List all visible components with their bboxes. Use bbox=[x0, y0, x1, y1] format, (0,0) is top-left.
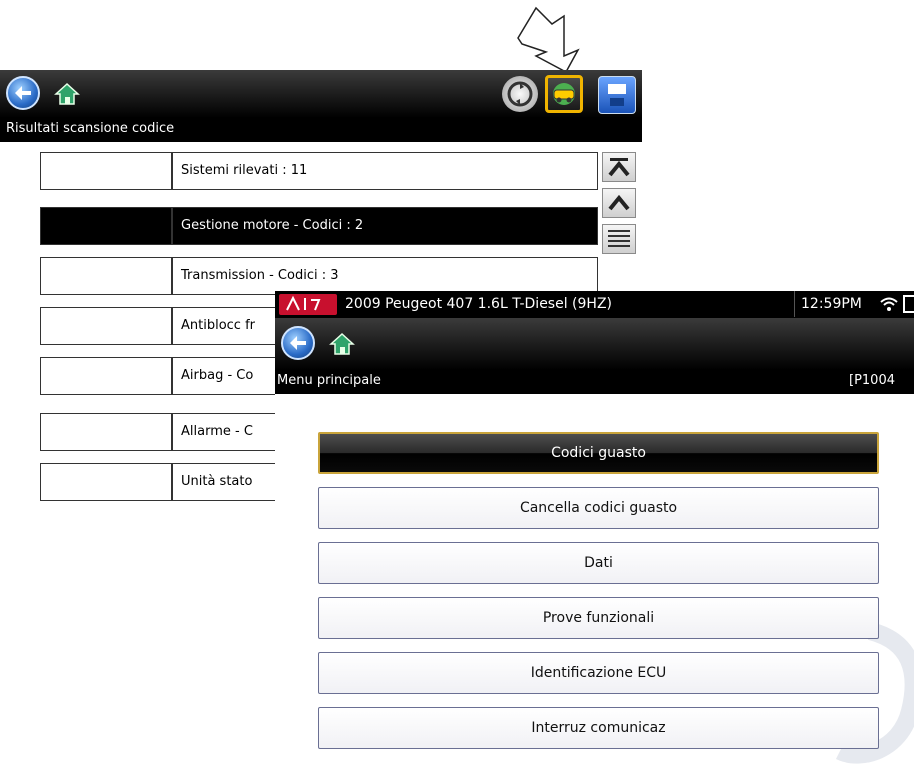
menu-item-dati[interactable]: Dati bbox=[318, 542, 879, 584]
page-title: Menu principale bbox=[277, 373, 381, 388]
code-hint: [P1004 bbox=[849, 373, 895, 388]
callout-arrow-icon bbox=[517, 6, 580, 74]
list-item[interactable]: Gestione motore - Codici : 2 bbox=[0, 207, 600, 245]
row-marker-cell bbox=[40, 257, 172, 295]
clock: 12:59PM bbox=[794, 291, 862, 317]
row-marker-cell bbox=[40, 413, 172, 451]
scroll-top-button[interactable] bbox=[602, 152, 636, 182]
row-label: Sistemi rilevati : 11 bbox=[172, 152, 598, 190]
status-bar: 2009 Peugeot 407 1.6L T-Diesel (9HZ) 12:… bbox=[275, 291, 914, 318]
menu-item-prove-funzionali[interactable]: Prove funzionali bbox=[318, 597, 879, 639]
row-marker-cell bbox=[40, 152, 172, 190]
chevron-up-icon bbox=[608, 194, 630, 211]
list-lines-icon bbox=[608, 230, 630, 247]
scroll-top-icon bbox=[608, 158, 630, 177]
row-marker-cell bbox=[40, 307, 172, 345]
menu-item-codici-guasto[interactable]: Codici guasto bbox=[318, 432, 879, 474]
row-label: Gestione motore - Codici : 2 bbox=[172, 207, 598, 245]
vehicle-connection-icon[interactable] bbox=[545, 75, 583, 113]
list-item[interactable]: Transmission - Codici : 3 bbox=[0, 257, 600, 295]
menu-item-cancella-codici[interactable]: Cancella codici guasto bbox=[318, 487, 879, 529]
vehicle-info: 2009 Peugeot 407 1.6L T-Diesel (9HZ) bbox=[345, 296, 612, 312]
list-item[interactable]: Sistemi rilevati : 11 bbox=[0, 152, 600, 190]
front-title-bar: Menu principale [P1004 bbox=[275, 370, 914, 394]
back-icon[interactable] bbox=[281, 326, 315, 360]
scroll-list-button[interactable] bbox=[602, 224, 636, 254]
menu-item-identificazione-ecu[interactable]: Identificazione ECU bbox=[318, 652, 879, 694]
row-marker-cell bbox=[40, 357, 172, 395]
back-icon[interactable] bbox=[6, 76, 40, 110]
recycle-icon[interactable] bbox=[502, 76, 538, 112]
row-label: Transmission - Codici : 3 bbox=[172, 257, 598, 295]
page-title: Risultati scansione codice bbox=[0, 118, 642, 142]
wifi-icon bbox=[880, 297, 898, 311]
scroll-up-button[interactable] bbox=[602, 188, 636, 218]
save-icon[interactable] bbox=[598, 76, 636, 114]
battery-icon bbox=[903, 295, 914, 313]
back-toolbar bbox=[0, 70, 642, 118]
home-icon[interactable] bbox=[323, 326, 359, 362]
home-icon[interactable] bbox=[48, 76, 84, 112]
main-menu-screen: 2009 Peugeot 407 1.6L T-Diesel (9HZ) 12:… bbox=[275, 291, 914, 774]
row-marker-cell bbox=[40, 207, 172, 245]
menu-item-interruz-comunicaz[interactable]: Interruz comunicaz bbox=[318, 707, 879, 749]
front-toolbar bbox=[275, 318, 914, 370]
brand-logo-icon bbox=[279, 294, 337, 315]
row-marker-cell bbox=[40, 463, 172, 501]
